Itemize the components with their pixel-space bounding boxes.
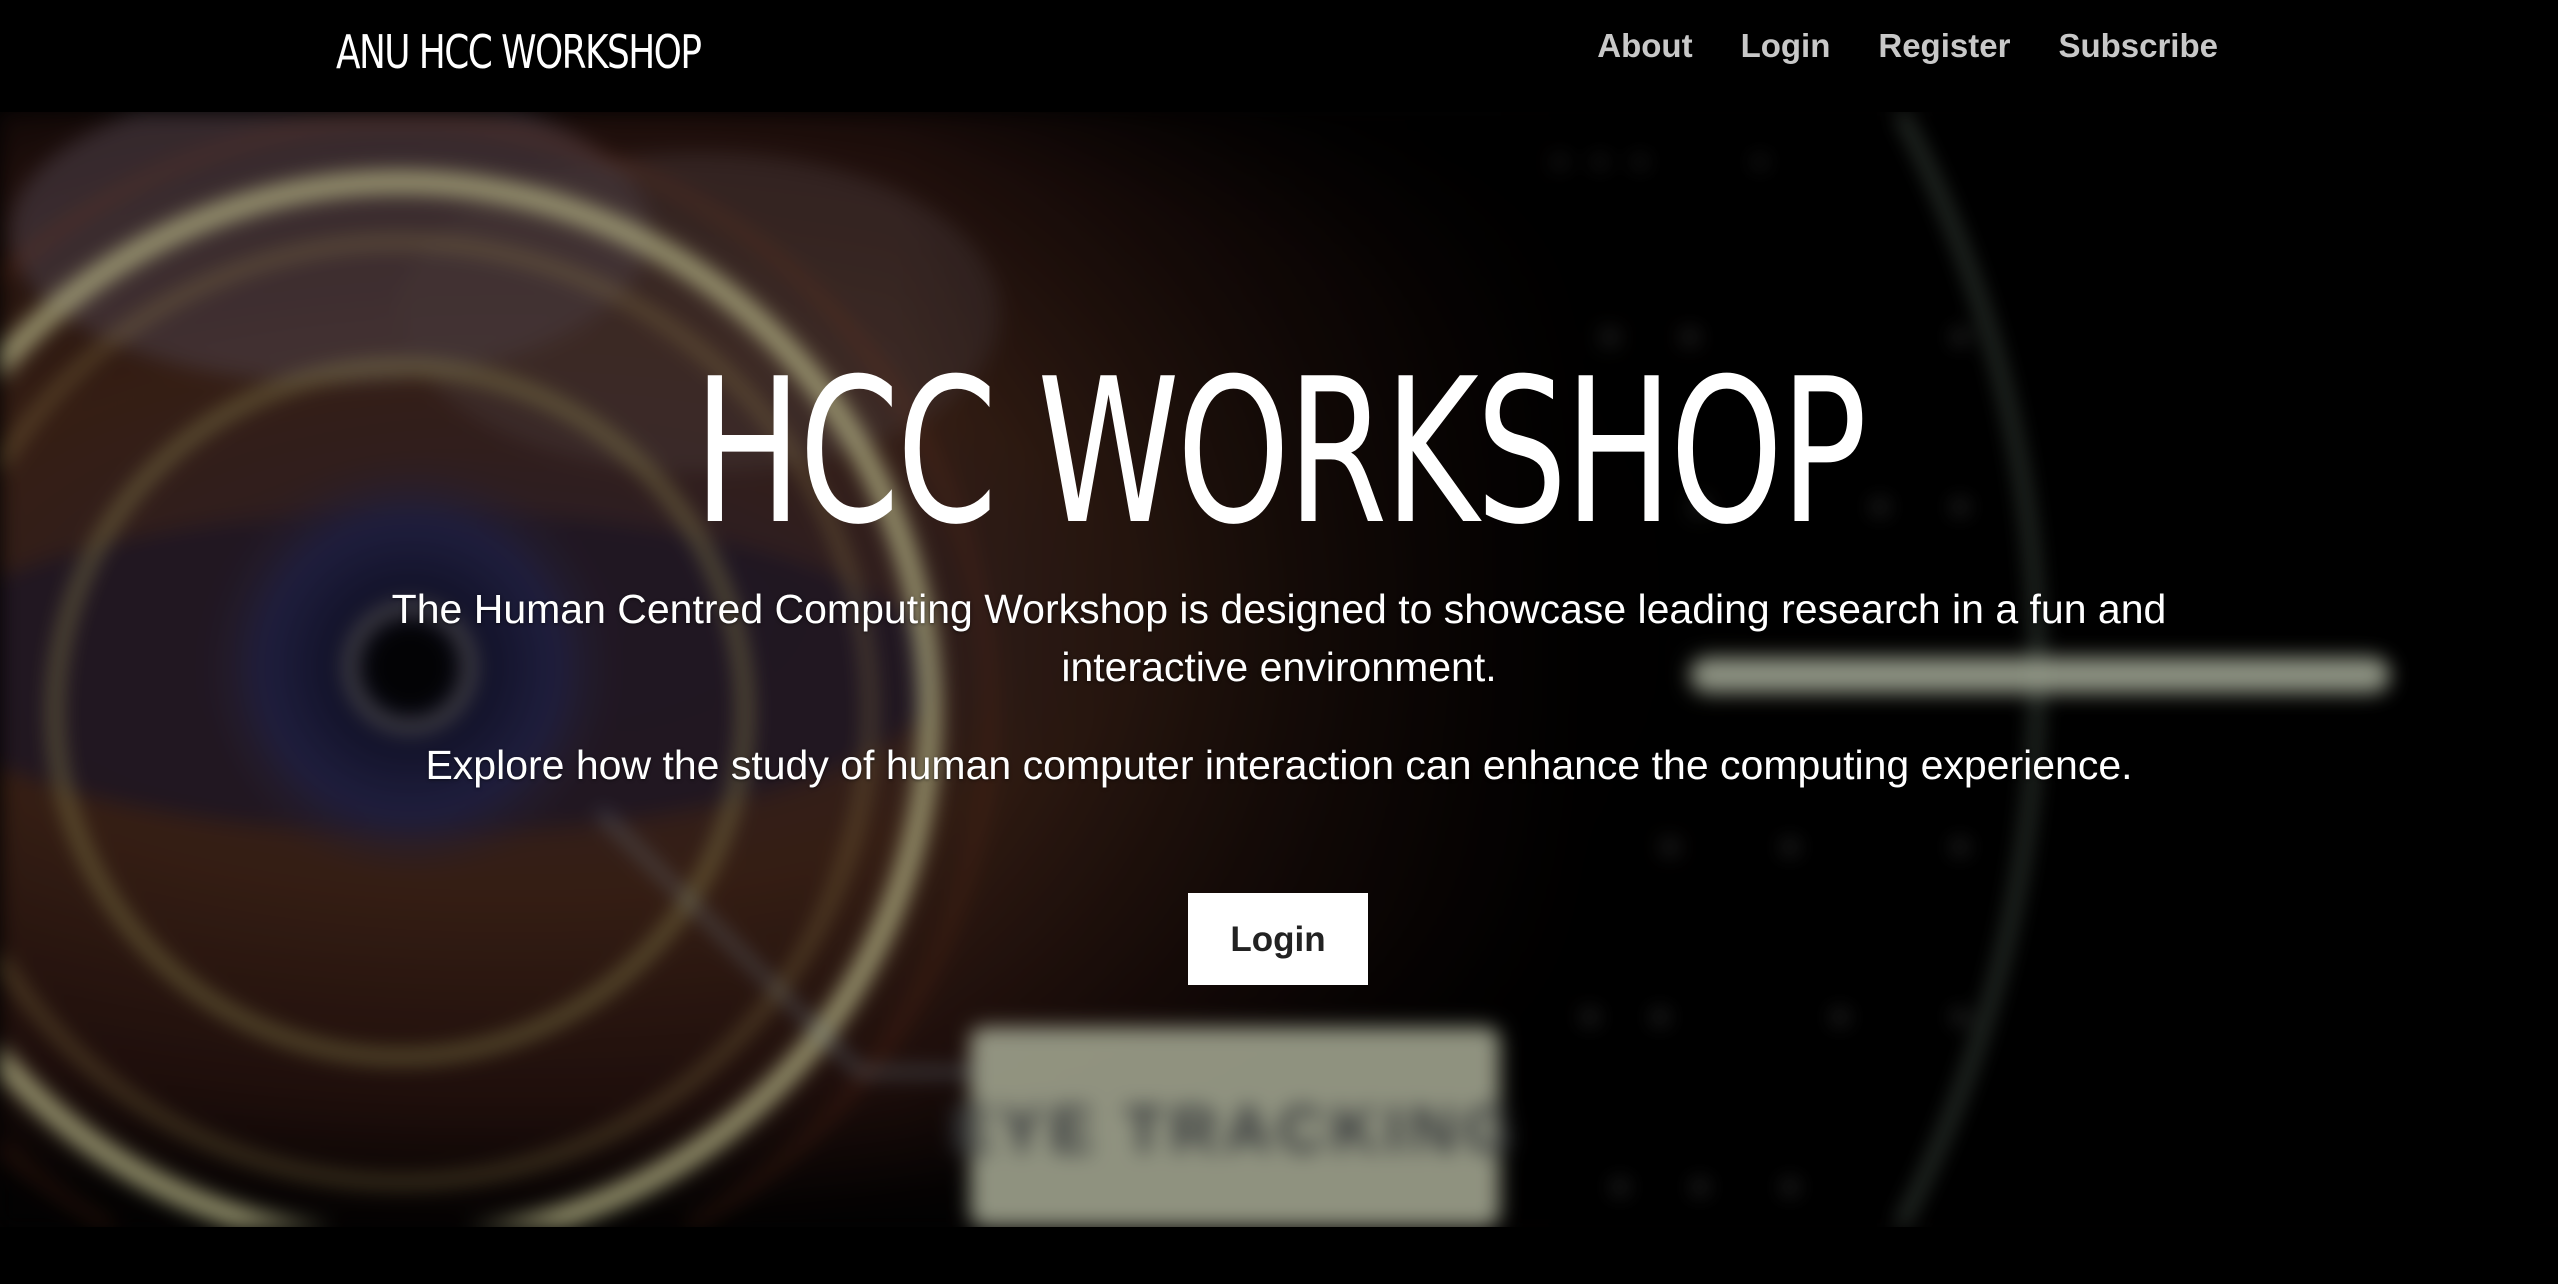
login-button[interactable]: Login — [1188, 893, 1368, 985]
hero-tagline: Explore how the study of human computer … — [425, 742, 2133, 788]
hero-description: The Human Centred Computing Workshop is … — [391, 586, 2167, 690]
nav-link-subscribe[interactable]: Subscribe — [2058, 24, 2218, 68]
nav-link-register[interactable]: Register — [1878, 24, 2010, 68]
hero-title: HCC WORKSHOP — [0, 348, 2558, 558]
page: ANU HCC WORKSHOP About Login Register Su… — [0, 0, 2558, 1284]
navbar: ANU HCC WORKSHOP About Login Register Su… — [0, 0, 2558, 112]
hero-title-text: HCC WORKSHOP — [693, 336, 1868, 569]
nav-link-login[interactable]: Login — [1741, 24, 1831, 68]
nav-links: About Login Register Subscribe — [1597, 24, 2218, 68]
bottom-bar — [0, 1227, 2558, 1284]
nav-link-about[interactable]: About — [1597, 24, 1692, 68]
brand-logo-link[interactable]: ANU HCC WORKSHOP — [336, 22, 702, 82]
